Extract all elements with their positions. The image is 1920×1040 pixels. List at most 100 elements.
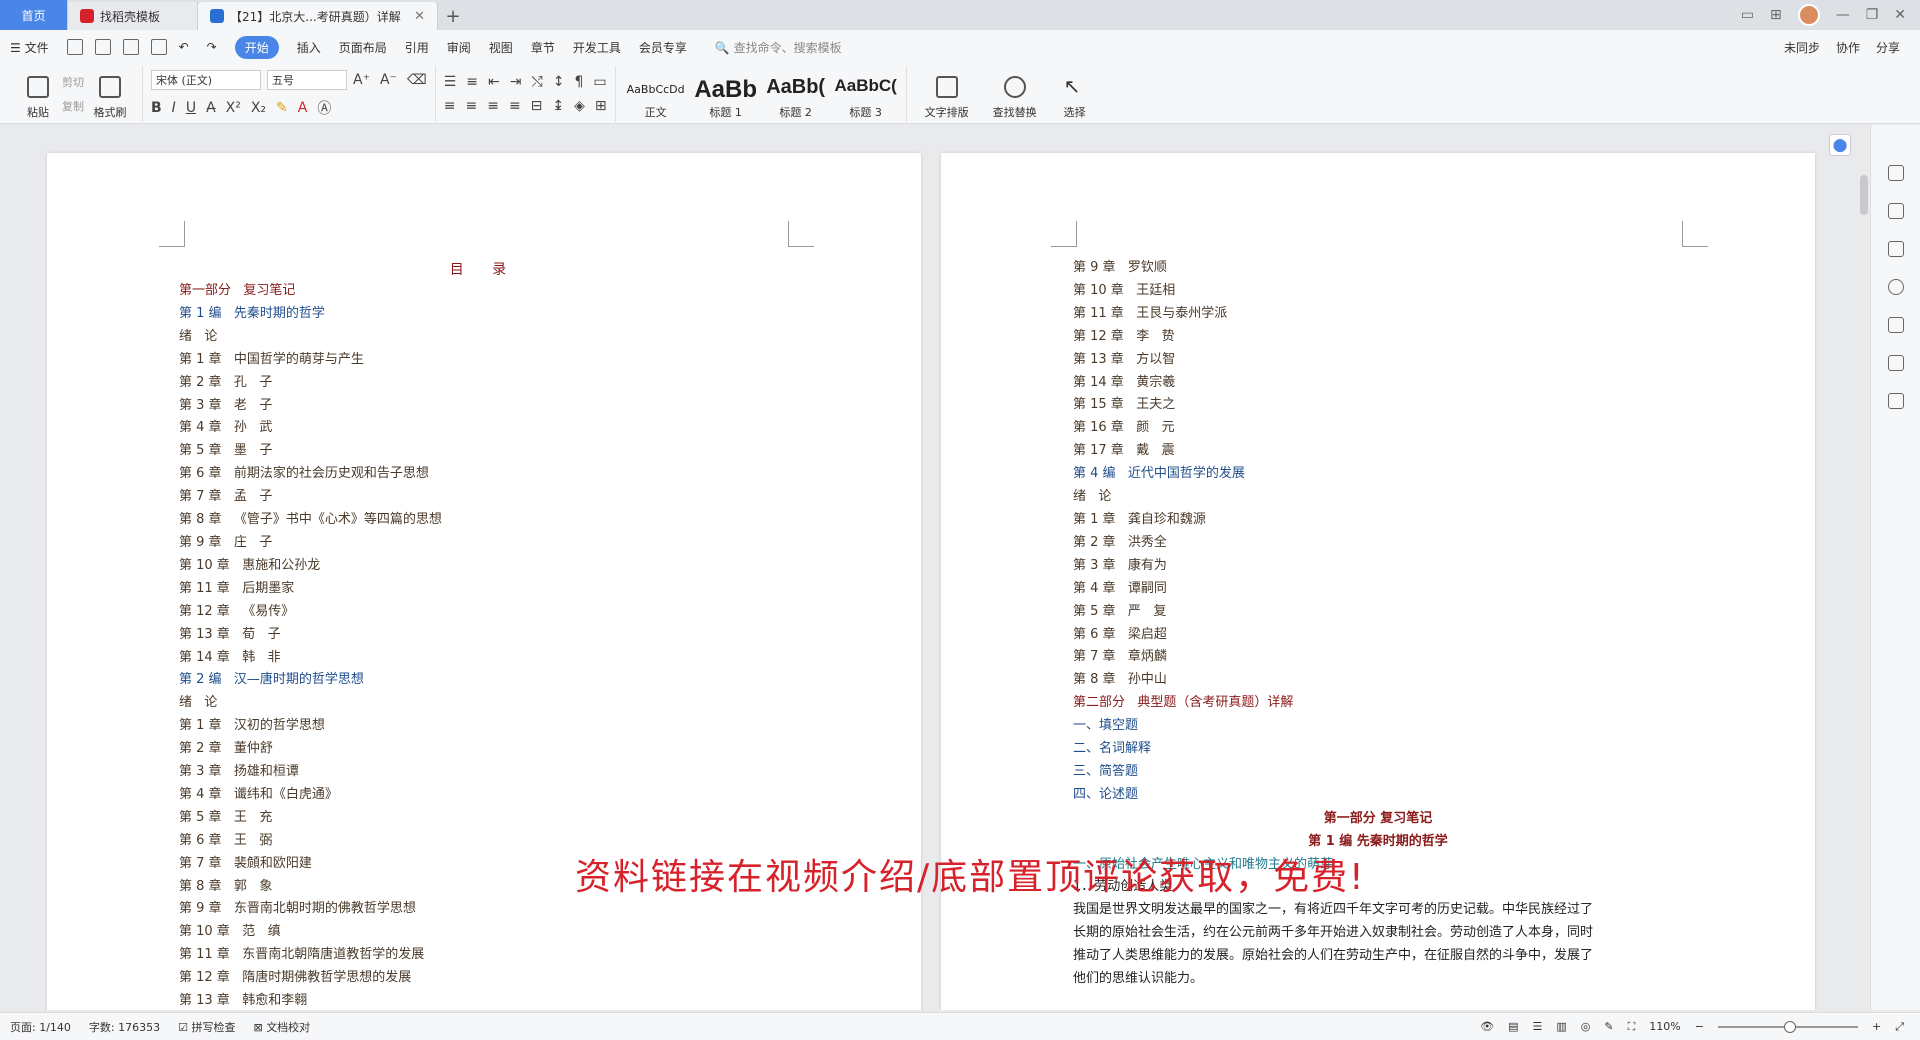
tab-template[interactable]: 找稻壳模板 — [68, 2, 198, 30]
fullscreen-icon[interactable]: ⤢ — [1895, 1020, 1904, 1034]
text-layout-button[interactable]: 文字排版 — [915, 68, 979, 120]
help-icon[interactable] — [1887, 279, 1904, 295]
image-icon[interactable] — [1887, 317, 1904, 333]
align-right-icon[interactable]: ≡ — [487, 98, 499, 114]
vertical-scrollbar[interactable] — [1860, 135, 1870, 1005]
location-pin-icon[interactable]: ⬤ — [1829, 134, 1851, 156]
tab-document[interactable]: 【21】北京大...考研真题）详解 ✕ — [198, 2, 438, 30]
menu-item-references[interactable]: 引用 — [405, 39, 429, 56]
toc-entry[interactable]: 第 1 编 先秦时期的哲学 — [179, 303, 442, 326]
toc-entry[interactable]: 第 1 章 中国哲学的萌芽与产生 — [179, 349, 442, 372]
style-normal[interactable]: AaBbCcDd 正文 — [624, 76, 688, 120]
style-heading-2[interactable]: AaBb(标题 2 — [764, 76, 828, 120]
save-icon[interactable] — [66, 39, 83, 55]
zoom-in-icon[interactable]: + — [1872, 1020, 1881, 1033]
toc-entry[interactable]: 第 1 章 龚自珍和魏源 — [1073, 509, 1293, 532]
print-icon[interactable] — [122, 39, 139, 55]
minimize-icon[interactable]: — — [1836, 7, 1850, 23]
pointer-icon[interactable] — [1887, 203, 1904, 219]
toc-entry[interactable]: 第 12 章 隋唐时期佛教哲学思想的发展 — [179, 967, 442, 990]
select-button[interactable]: ↖ 选择 — [1051, 68, 1099, 120]
close-window-icon[interactable]: ✕ — [1894, 7, 1906, 23]
toc-entry[interactable]: 第 9 章 东晋南北朝时期的佛教哲学思想 — [179, 898, 442, 921]
toc-entry[interactable]: 第 2 章 孔 子 — [179, 372, 442, 395]
toc-entry[interactable]: 第 9 章 罗钦顺 — [1073, 257, 1293, 280]
menu-item-layout[interactable]: 页面布局 — [339, 39, 387, 56]
toc-entry[interactable]: 第 12 章 《易传》 — [179, 601, 442, 624]
toc-entry[interactable]: 第 10 章 惠施和公孙龙 — [179, 555, 442, 578]
toc-entry[interactable]: 第 12 章 李 贽 — [1073, 326, 1293, 349]
book-icon[interactable] — [1887, 393, 1904, 409]
format-painter-button[interactable]: 格式刷 — [90, 68, 130, 120]
toc-entry[interactable]: 第 5 章 墨 子 — [179, 440, 442, 463]
underline-icon[interactable]: U — [186, 100, 196, 116]
superscript-icon[interactable]: X² — [226, 100, 241, 116]
toc-entry[interactable]: 第 13 章 韩愈和李翱 — [179, 990, 442, 1010]
toc-entry[interactable]: 第 3 章 老 子 — [179, 395, 442, 418]
bullet-list-icon[interactable]: ☰ — [444, 74, 457, 90]
settings-sliders-icon[interactable] — [1887, 241, 1904, 257]
toc-entry[interactable]: 第 4 章 谶纬和《白虎通》 — [179, 784, 442, 807]
toc-entry[interactable]: 第 4 章 谭嗣同 — [1073, 578, 1293, 601]
table-border-icon[interactable]: ▭ — [593, 74, 606, 90]
clear-format-icon[interactable]: ⌫ — [407, 72, 427, 88]
indent-icon[interactable]: ⇥ — [510, 74, 522, 90]
toc-entry[interactable]: 三、简答题 — [1073, 761, 1293, 784]
toc-entry[interactable]: 第 17 章 戴 震 — [1073, 440, 1293, 463]
spell-check-toggle[interactable]: ☑ 拼写检查 — [178, 1019, 235, 1035]
style-heading-3[interactable]: AaBbC(标题 3 — [834, 76, 898, 120]
toc-entry[interactable]: 第 8 章 郭 象 — [179, 876, 442, 899]
toc-entry[interactable]: 第 5 章 严 复 — [1073, 601, 1293, 624]
menu-item-view[interactable]: 视图 — [489, 39, 513, 56]
align-left-icon[interactable]: ≡ — [444, 98, 456, 114]
highlight-icon[interactable]: ✎ — [276, 100, 288, 116]
distribute-icon[interactable]: ⊟ — [531, 98, 543, 114]
redo-icon[interactable]: ↷ — [207, 40, 217, 54]
shading-icon[interactable]: ◈ — [574, 98, 585, 114]
export-icon[interactable] — [94, 39, 111, 55]
font-size-select[interactable]: 五号 — [267, 69, 347, 90]
scrollbar-thumb[interactable] — [1860, 175, 1868, 215]
compass-icon[interactable] — [1887, 355, 1904, 371]
toc-entry[interactable]: 第 14 章 韩 非 — [179, 647, 442, 670]
toc-entry[interactable]: 第一部分 复习笔记 — [179, 280, 442, 303]
toc-entry[interactable]: 绪 论 — [179, 326, 442, 349]
toc-entry[interactable]: 四、论述题 — [1073, 784, 1293, 807]
undo-icon[interactable]: ↶ — [179, 40, 189, 54]
toc-entry[interactable]: 绪 论 — [1073, 486, 1293, 509]
char-border-icon[interactable]: Ⓐ — [317, 98, 331, 118]
strikethrough-icon[interactable]: A̶ — [206, 100, 216, 116]
toc-entry[interactable]: 第 4 编 近代中国哲学的发展 — [1073, 463, 1293, 486]
zoom-slider[interactable] — [1717, 1020, 1858, 1033]
toc-entry[interactable]: 第 9 章 庄 子 — [179, 532, 442, 555]
toc-entry[interactable]: 第二部分 典型题（含考研真题）详解 — [1073, 692, 1293, 715]
new-tab-button[interactable]: + — [438, 2, 468, 30]
menu-item-start[interactable]: 开始 — [234, 35, 279, 59]
shrink-font-icon[interactable]: A⁻ — [380, 72, 397, 88]
cut-button[interactable]: 剪切 — [62, 74, 84, 90]
toc-entry[interactable]: 第 15 章 王夫之 — [1073, 394, 1293, 417]
outdent-icon[interactable]: ⇤ — [488, 74, 500, 90]
toc-entry[interactable]: 第 2 章 洪秀全 — [1073, 532, 1293, 555]
align-center-icon[interactable]: ≡ — [465, 98, 477, 114]
toc-entry[interactable]: 第 5 章 王 充 — [179, 807, 442, 830]
italic-icon[interactable]: I — [172, 100, 176, 116]
web-view-icon[interactable]: ◎ — [1581, 1020, 1591, 1033]
subscript-icon[interactable]: X₂ — [251, 100, 266, 116]
sort-icon[interactable]: ↕ — [553, 74, 565, 90]
toc-entry[interactable]: 第 8 章 孙中山 — [1073, 669, 1293, 692]
avatar[interactable] — [1797, 4, 1820, 26]
toc-entry[interactable]: 第 11 章 王艮与泰州学派 — [1073, 303, 1293, 326]
text-direction-icon[interactable]: ⤭ — [532, 74, 543, 90]
grow-font-icon[interactable]: A⁺ — [353, 72, 370, 88]
show-marks-icon[interactable]: ¶ — [574, 74, 583, 90]
word-count[interactable]: 字数: 176353 — [89, 1019, 160, 1035]
restore-icon[interactable]: ❐ — [1866, 7, 1879, 23]
edit-pen-icon[interactable] — [1887, 165, 1904, 181]
toc-entry[interactable]: 第 13 章 荀 子 — [179, 624, 442, 647]
menu-item-devtools[interactable]: 开发工具 — [573, 39, 621, 56]
tab-home[interactable]: 首页 — [0, 0, 68, 30]
style-heading-1[interactable]: AaBb 标题 1 — [694, 76, 758, 120]
write-view-icon[interactable]: ✎ — [1604, 1020, 1613, 1033]
share-button[interactable]: 分享 — [1876, 39, 1900, 56]
